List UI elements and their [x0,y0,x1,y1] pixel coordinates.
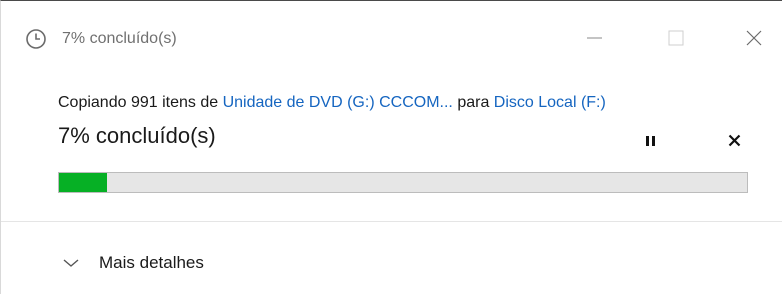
copy-middle: para [457,94,490,111]
copy-description: Copiando 991 itens de Unidade de DVD (G:… [58,94,606,112]
close-icon [728,134,741,147]
more-details-label: Mais detalhes [99,253,204,272]
pause-icon [646,136,655,146]
pause-button[interactable] [639,128,663,152]
progress-label: 7% concluído(s) [58,123,216,148]
close-window-button[interactable] [737,23,771,53]
maximize-button[interactable] [659,23,693,53]
cancel-copy-button[interactable] [723,128,747,152]
progress-bar-fill [59,173,108,192]
copy-dialog: 7% concluído(s) Copiando 991 itens de Un… [0,0,782,294]
chevron-down-icon [63,259,79,267]
progress-bar [58,172,748,193]
minimize-icon [587,37,602,39]
destination-link[interactable]: Disco Local (F:) [494,94,606,111]
close-icon [746,30,762,46]
window-title: 7% concluído(s) [62,30,177,47]
source-link[interactable]: Unidade de DVD (G:) CCCOM... [223,94,453,111]
clock-icon [25,28,47,50]
title-bar: 7% concluído(s) [1,1,782,71]
divider [1,221,782,222]
maximize-icon [668,30,684,46]
minimize-button[interactable] [577,23,611,53]
copy-prefix: Copiando 991 itens de [58,94,219,111]
